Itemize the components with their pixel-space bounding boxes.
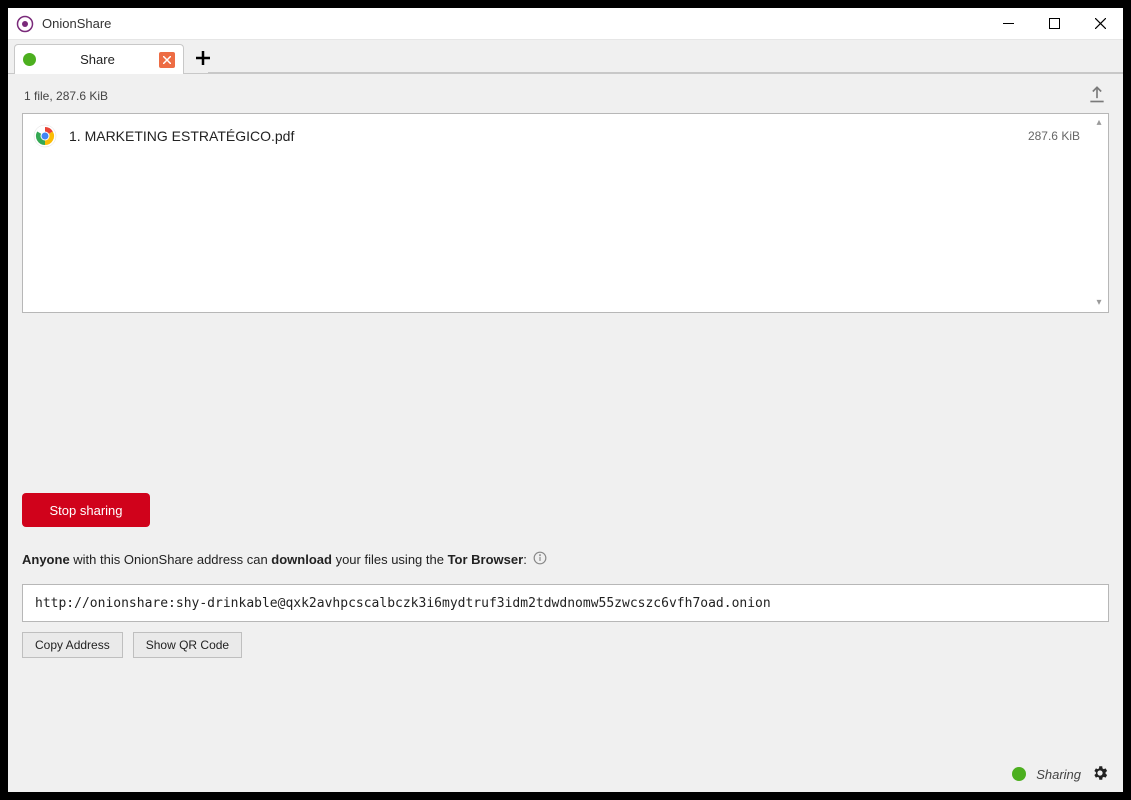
info-icon[interactable] bbox=[533, 551, 547, 568]
app-icon bbox=[16, 15, 34, 33]
scroll-down-icon[interactable]: ▾ bbox=[1092, 296, 1106, 310]
titlebar: OnionShare bbox=[8, 8, 1123, 40]
maximize-button[interactable] bbox=[1031, 8, 1077, 39]
status-bar: Sharing bbox=[8, 756, 1123, 792]
app-window: OnionShare Share 1 file, 287.6 KiB bbox=[0, 0, 1131, 800]
status-label: Sharing bbox=[1036, 767, 1081, 782]
window-controls bbox=[985, 8, 1123, 39]
file-type-icon bbox=[33, 124, 57, 148]
window-title: OnionShare bbox=[42, 16, 111, 31]
add-tab-button[interactable] bbox=[188, 43, 218, 73]
show-qr-button[interactable]: Show QR Code bbox=[133, 632, 242, 658]
upload-icon[interactable] bbox=[1087, 84, 1107, 107]
scroll-up-icon[interactable]: ▴ bbox=[1092, 116, 1106, 130]
file-list: ▴ 1. MARKETING ESTRATÉGICO.pdf 287.6 KiB… bbox=[22, 113, 1109, 313]
tab-share[interactable]: Share bbox=[14, 44, 184, 74]
file-row[interactable]: 1. MARKETING ESTRATÉGICO.pdf 287.6 KiB bbox=[23, 114, 1108, 158]
status-dot-icon bbox=[23, 53, 36, 66]
file-name: 1. MARKETING ESTRATÉGICO.pdf bbox=[69, 128, 294, 144]
address-buttons: Copy Address Show QR Code bbox=[22, 632, 1109, 658]
stop-sharing-button[interactable]: Stop sharing bbox=[22, 493, 150, 527]
tab-label: Share bbox=[42, 52, 153, 67]
content-area: Stop sharing Anyone with this OnionShare… bbox=[8, 313, 1123, 756]
files-summary: 1 file, 287.6 KiB bbox=[24, 89, 108, 103]
file-size: 287.6 KiB bbox=[1028, 129, 1080, 143]
onion-address-field[interactable]: http://onionshare:shy-drinkable@qxk2avhp… bbox=[22, 584, 1109, 622]
settings-button[interactable] bbox=[1091, 764, 1109, 785]
close-button[interactable] bbox=[1077, 8, 1123, 39]
onion-address-text: http://onionshare:shy-drinkable@qxk2avhp… bbox=[35, 596, 771, 611]
info-text: Anyone with this OnionShare address can … bbox=[22, 551, 1109, 568]
spacer bbox=[22, 313, 1109, 463]
status-dot-icon bbox=[1012, 767, 1026, 781]
copy-address-button[interactable]: Copy Address bbox=[22, 632, 123, 658]
tab-strip: Share bbox=[8, 40, 1123, 74]
close-tab-button[interactable] bbox=[159, 52, 175, 68]
files-header: 1 file, 287.6 KiB bbox=[8, 74, 1123, 113]
minimize-button[interactable] bbox=[985, 8, 1031, 39]
